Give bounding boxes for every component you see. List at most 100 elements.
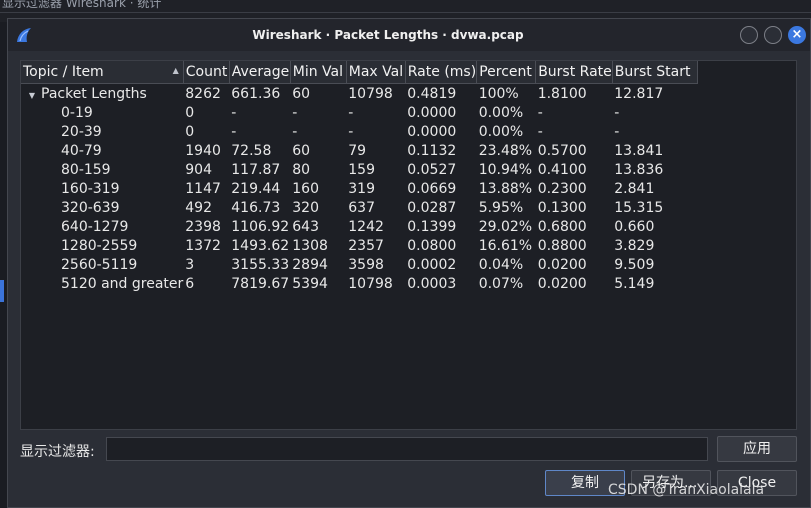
burst-rate-cell: 0.0200 xyxy=(537,256,587,273)
max-val-cell: 3598 xyxy=(348,256,384,273)
average-cell: 117.87 xyxy=(231,161,281,178)
burst-start-cell: 0.660 xyxy=(614,218,655,235)
table-row-packet-lengths[interactable]: ▼ Packet Lengths 8262 661.36 60 10798 0.4… xyxy=(21,84,697,104)
percent-cell: 16.61% xyxy=(478,237,533,254)
topic-cell: ▼ Packet Lengths xyxy=(21,84,183,104)
burst-start-cell: 2.841 xyxy=(614,180,655,197)
percent-cell: 5.95% xyxy=(478,199,524,216)
count-cell: 0 xyxy=(185,104,195,121)
close-window-button[interactable]: × xyxy=(788,26,806,44)
table-row[interactable]: 40-79 1940 72.58 60 79 0.1132 23.48% 0.5700 13.8… xyxy=(21,141,697,160)
count-cell: 1940 xyxy=(185,142,221,159)
min-val-cell: 80 xyxy=(292,161,311,178)
burst-start-cell: - xyxy=(614,123,620,140)
table-row[interactable]: 5120 and greater 6 7819.67 5394 10798 0.0003 0… xyxy=(21,274,697,293)
count-cell: 492 xyxy=(185,199,212,216)
burst-rate-cell: 0.1300 xyxy=(537,199,587,216)
burst-start-cell: 13.836 xyxy=(614,161,664,178)
statistics-table-container[interactable]: Topic / Item ▲ Count Average Min Val Max … xyxy=(20,60,797,430)
average-cell: 219.44 xyxy=(231,180,281,197)
topic-cell: 2560-5119 xyxy=(61,256,138,273)
percent-cell: 29.02% xyxy=(478,218,533,235)
column-header-burst-start[interactable]: Burst Start xyxy=(612,61,698,84)
table-row[interactable]: 2560-5119 3 3155.33 2894 3598 0.0002 0.04% 0.02… xyxy=(21,255,697,274)
average-cell: 1106.92 xyxy=(231,218,290,235)
rate-cell: 0.0800 xyxy=(407,237,457,254)
count-cell: 1147 xyxy=(185,180,221,197)
table-row[interactable]: 80-159 904 117.87 80 159 0.0527 10.94% 0.4100 13… xyxy=(21,160,697,179)
table-header-row: Topic / Item ▲ Count Average Min Val Max … xyxy=(21,61,698,84)
rate-cell: 0.0000 xyxy=(407,104,457,121)
rate-cell: 0.1132 xyxy=(407,142,457,159)
percent-cell: 23.48% xyxy=(478,142,533,159)
table-row[interactable]: 20-39 0- - -0.0000 0.00% - - xyxy=(21,122,697,141)
column-header-rate[interactable]: Rate (ms) xyxy=(405,61,478,84)
background-window-text: 显示过滤器 Wireshark · 统计 xyxy=(2,0,162,10)
column-header-min-val[interactable]: Min Val xyxy=(290,61,347,84)
collapse-triangle-icon[interactable]: ▼ xyxy=(23,91,41,100)
topic-label: Packet Lengths xyxy=(41,85,147,102)
count-cell: 1372 xyxy=(185,237,221,254)
percent-cell: 10.94% xyxy=(478,161,533,178)
min-val-cell: 160 xyxy=(292,180,319,197)
topic-cell: 80-159 xyxy=(61,161,111,178)
display-filter-input[interactable] xyxy=(106,437,708,461)
table-row[interactable]: 320-639 492 416.73 320 637 0.0287 5.95% 0.1300 1… xyxy=(21,198,697,217)
table-row[interactable]: 0-19 0- - -0.0000 0.00% - - xyxy=(21,103,697,122)
average-cell: 7819.67 xyxy=(231,275,290,292)
max-val-cell: - xyxy=(348,123,354,140)
percent-cell: 100% xyxy=(478,85,519,102)
packet-lengths-table: Topic / Item ▲ Count Average Min Val Max … xyxy=(21,61,698,293)
count-cell: 904 xyxy=(185,161,212,178)
column-header-burst-rate[interactable]: Burst Rate xyxy=(535,61,613,84)
column-header-percent[interactable]: Percent xyxy=(476,61,537,84)
background-selection-marker xyxy=(0,280,4,302)
close-icon: × xyxy=(791,27,803,42)
min-val-cell: 5394 xyxy=(292,275,328,292)
max-val-cell: 10798 xyxy=(348,85,393,102)
percent-cell: 0.04% xyxy=(478,256,524,273)
percent-cell: 0.07% xyxy=(478,275,524,292)
burst-start-cell: 15.315 xyxy=(614,199,664,216)
average-cell: - xyxy=(231,123,237,140)
topic-cell: 320-639 xyxy=(61,199,120,216)
column-header-topic[interactable]: Topic / Item ▲ xyxy=(21,61,184,84)
count-cell: 3 xyxy=(185,256,195,273)
average-cell: 661.36 xyxy=(231,85,281,102)
column-header-count[interactable]: Count xyxy=(183,61,230,84)
max-val-cell: 159 xyxy=(348,161,375,178)
count-cell: 0 xyxy=(185,123,195,140)
min-val-cell: 60 xyxy=(292,85,311,102)
average-cell: 72.58 xyxy=(231,142,272,159)
topic-cell: 160-319 xyxy=(61,180,120,197)
minimize-button[interactable] xyxy=(740,26,758,44)
max-val-cell: 319 xyxy=(348,180,375,197)
topic-cell: 1280-2559 xyxy=(61,237,138,254)
rate-cell: 0.1399 xyxy=(407,218,457,235)
table-row[interactable]: 160-319 1147 219.44 160 319 0.0669 13.88% 0.230… xyxy=(21,179,697,198)
display-filter-row: 显示过滤器: 应用 xyxy=(20,436,798,463)
apply-button[interactable]: 应用 xyxy=(717,436,797,462)
burst-rate-cell: 1.8100 xyxy=(537,85,587,102)
burst-rate-cell: 0.5700 xyxy=(537,142,587,159)
average-cell: - xyxy=(231,104,237,121)
min-val-cell: 1308 xyxy=(292,237,328,254)
table-row[interactable]: 1280-2559 1372 1493.62 1308 2357 0.0800 16.61%… xyxy=(21,236,697,255)
max-val-cell: 637 xyxy=(348,199,375,216)
title-bar[interactable]: Wireshark · Packet Lengths · dvwa.pcap × xyxy=(8,19,810,51)
rate-cell: 0.0527 xyxy=(407,161,457,178)
burst-start-cell: 12.817 xyxy=(614,85,664,102)
maximize-button[interactable] xyxy=(764,26,782,44)
burst-rate-cell: - xyxy=(537,104,543,121)
rate-cell: 0.4819 xyxy=(407,85,457,102)
min-val-cell: 60 xyxy=(292,142,311,159)
rate-cell: 0.0669 xyxy=(407,180,457,197)
burst-rate-cell: 0.2300 xyxy=(537,180,587,197)
column-header-max-val[interactable]: Max Val xyxy=(346,61,406,84)
column-header-average[interactable]: Average xyxy=(229,61,291,84)
percent-cell: 0.00% xyxy=(478,123,524,140)
average-cell: 3155.33 xyxy=(231,256,290,273)
burst-rate-cell: - xyxy=(537,123,543,140)
rate-cell: 0.0287 xyxy=(407,199,457,216)
table-row[interactable]: 640-1279 2398 1106.92 643 1242 0.1399 29.02% 0.… xyxy=(21,217,697,236)
